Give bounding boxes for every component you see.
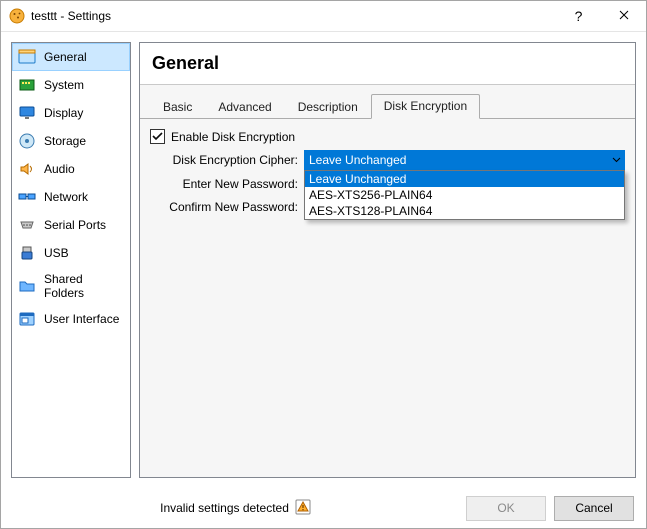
option-label: Leave Unchanged [309, 172, 406, 186]
category-sidebar: General System Display Storage [11, 42, 131, 478]
general-icon [18, 48, 36, 66]
sidebar-item-audio[interactable]: Audio [12, 155, 130, 183]
enable-encryption-label: Enable Disk Encryption [171, 130, 295, 144]
serial-ports-icon [18, 216, 36, 234]
app-icon [9, 8, 25, 24]
confirm-password-label: Confirm New Password: [150, 200, 304, 214]
sidebar-item-network[interactable]: Network [12, 183, 130, 211]
enable-encryption-checkbox[interactable] [150, 129, 165, 144]
tab-bar: Basic Advanced Description Disk Encrypti… [140, 85, 635, 119]
settings-window: testtt - Settings ? General Sys [0, 0, 647, 529]
audio-icon [18, 160, 36, 178]
tab-advanced[interactable]: Advanced [205, 95, 284, 119]
dialog-footer: Invalid settings detected OK Cancel [1, 488, 646, 528]
ok-button[interactable]: OK [466, 496, 546, 521]
sidebar-item-label: Storage [44, 134, 86, 148]
sidebar-item-display[interactable]: Display [12, 99, 130, 127]
sidebar-item-usb[interactable]: USB [12, 239, 130, 267]
sidebar-item-label: USB [44, 246, 69, 260]
tab-label: Advanced [218, 100, 271, 114]
sidebar-item-label: Audio [44, 162, 75, 176]
status-text: Invalid settings detected [160, 501, 289, 515]
shared-folders-icon [18, 277, 36, 295]
page-title: General [152, 53, 623, 74]
cipher-selected-value: Leave Unchanged [309, 153, 406, 167]
option-label: AES-XTS256-PLAIN64 [309, 188, 432, 202]
tab-label: Disk Encryption [384, 99, 467, 113]
sidebar-item-storage[interactable]: Storage [12, 127, 130, 155]
usb-icon [18, 244, 36, 262]
tab-description[interactable]: Description [285, 95, 371, 119]
sidebar-item-label: Network [44, 190, 88, 204]
tab-label: Description [298, 100, 358, 114]
cipher-combobox[interactable]: Leave Unchanged [304, 150, 625, 170]
tab-content: Enable Disk Encryption Disk Encryption C… [140, 119, 635, 477]
cipher-option-aes-xts128[interactable]: AES-XTS128-PLAIN64 [305, 203, 624, 219]
close-icon [619, 9, 629, 23]
sidebar-item-label: System [44, 78, 84, 92]
cipher-option-aes-xts256[interactable]: AES-XTS256-PLAIN64 [305, 187, 624, 203]
chevron-down-icon [612, 153, 621, 167]
system-icon [18, 76, 36, 94]
cancel-button[interactable]: Cancel [554, 496, 634, 521]
tab-label: Basic [163, 100, 192, 114]
sidebar-item-label: General [44, 50, 87, 64]
button-label: OK [497, 501, 514, 515]
tab-basic[interactable]: Basic [150, 95, 205, 119]
titlebar: testtt - Settings ? [1, 1, 646, 32]
main-panel: General Basic Advanced Description Disk … [139, 42, 636, 478]
help-button[interactable]: ? [556, 1, 601, 31]
cipher-option-leave-unchanged[interactable]: Leave Unchanged [305, 171, 624, 187]
sidebar-item-shared-folders[interactable]: Shared Folders [12, 267, 130, 305]
sidebar-item-label: Display [44, 106, 83, 120]
storage-icon [18, 132, 36, 150]
main-header: General [140, 43, 635, 85]
sidebar-item-user-interface[interactable]: User Interface [12, 305, 130, 333]
new-password-label: Enter New Password: [150, 177, 304, 191]
network-icon [18, 188, 36, 206]
warning-icon [295, 499, 311, 518]
tab-disk-encryption[interactable]: Disk Encryption [371, 94, 480, 119]
sidebar-item-system[interactable]: System [12, 71, 130, 99]
sidebar-item-general[interactable]: General [12, 43, 130, 71]
display-icon [18, 104, 36, 122]
sidebar-item-label: Serial Ports [44, 218, 106, 232]
option-label: AES-XTS128-PLAIN64 [309, 204, 432, 218]
check-icon [152, 131, 163, 142]
cipher-label: Disk Encryption Cipher: [150, 153, 304, 167]
sidebar-item-label: Shared Folders [44, 272, 124, 300]
user-interface-icon [18, 310, 36, 328]
sidebar-item-serial-ports[interactable]: Serial Ports [12, 211, 130, 239]
button-label: Cancel [575, 501, 612, 515]
close-button[interactable] [601, 1, 646, 31]
window-title: testtt - Settings [31, 9, 111, 23]
cipher-dropdown-list: Leave Unchanged AES-XTS256-PLAIN64 AES-X… [304, 170, 625, 220]
sidebar-item-label: User Interface [44, 312, 119, 326]
help-icon: ? [575, 8, 583, 24]
